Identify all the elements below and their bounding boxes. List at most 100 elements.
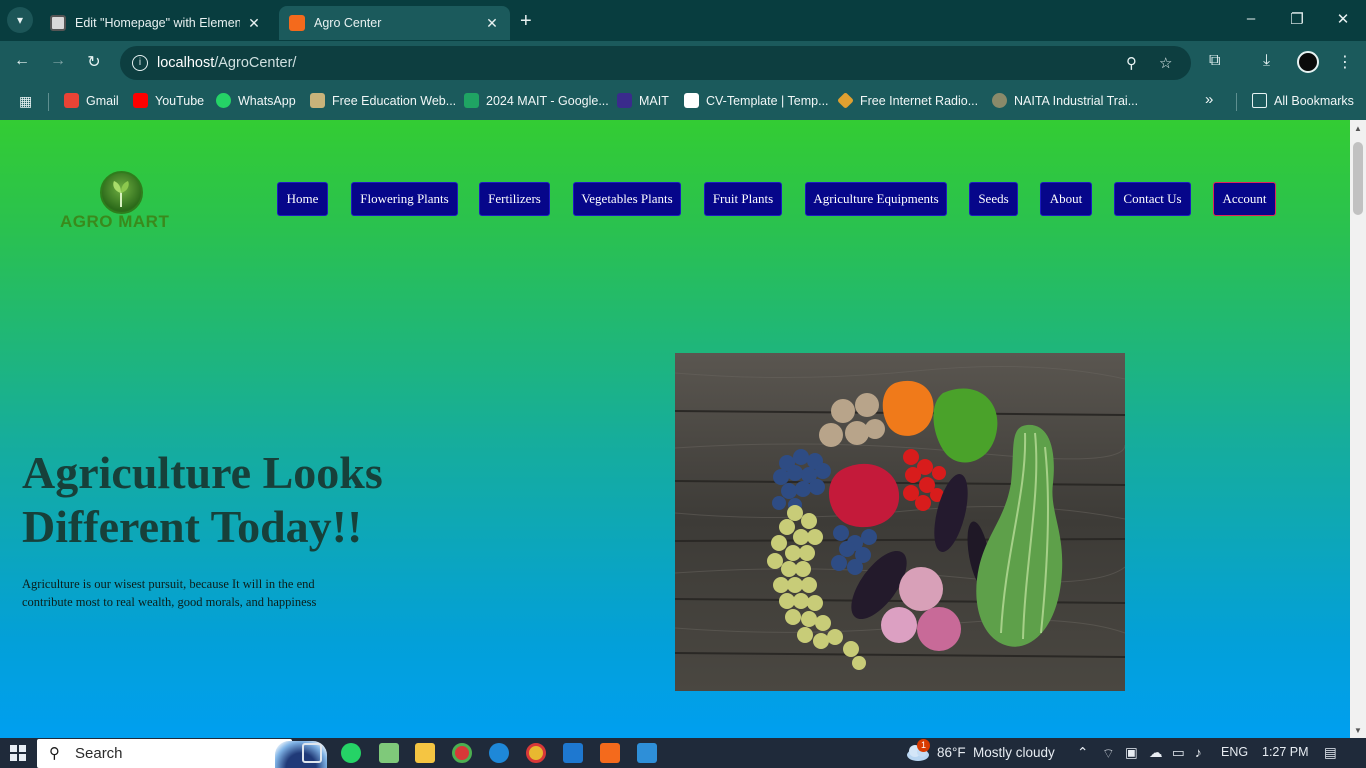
address-bar[interactable]: i localhost/AgroCenter/ ⚲ ☆ [120, 46, 1191, 80]
search-icon: ⚲ [49, 745, 60, 762]
bookmark-cv-template[interactable]: CV-Template | Temp... [684, 93, 829, 108]
windows-taskbar: ⚲ Search 1 86°F Mostly cloudy ⌃ ⌔ ▣ ☁ ▭ … [0, 738, 1366, 768]
mait-icon [617, 93, 632, 108]
volume-icon[interactable]: ♪ [1195, 745, 1202, 760]
nav-fruit-plants[interactable]: Fruit Plants [704, 182, 782, 216]
bookmark-label: Free Education Web... [332, 93, 457, 108]
weather-desc[interactable]: Mostly cloudy [973, 745, 1055, 760]
nav-seeds[interactable]: Seeds [969, 182, 1018, 216]
site-logo[interactable]: AGRO MART [58, 170, 188, 232]
close-tab-icon[interactable]: ✕ [246, 15, 262, 32]
scroll-up-icon[interactable]: ▲ [1353, 124, 1363, 133]
reload-icon[interactable]: ↻ [83, 52, 105, 72]
apps-grid-icon[interactable]: ▦ [19, 93, 32, 110]
notification-icon[interactable]: ▤ [1324, 745, 1337, 761]
browser-toolbar: ← → ↻ i localhost/AgroCenter/ ⚲ ☆ ⧉ ⤓ ⋮ [0, 41, 1366, 85]
bookmark-label: Free Internet Radio... [860, 93, 979, 108]
all-bookmarks-label: All Bookmarks [1274, 93, 1354, 108]
bookmark-gmail[interactable]: Gmail [64, 93, 119, 108]
xampp-app-icon[interactable] [600, 743, 620, 763]
windows-start-icon[interactable] [10, 745, 26, 761]
bookmark-star-icon[interactable]: ☆ [1159, 54, 1172, 72]
education-site-icon [310, 93, 325, 108]
scroll-thumb[interactable] [1353, 142, 1363, 215]
elementor-favicon-icon [50, 15, 66, 31]
webpage: AGRO MART Home Flowering Plants Fertiliz… [0, 120, 1350, 738]
vscode-app-icon[interactable] [563, 743, 583, 763]
bookmark-label: NAITA Industrial Trai... [1014, 93, 1139, 108]
close-window-icon[interactable]: ✕ [1333, 10, 1353, 28]
close-tab-icon[interactable]: ✕ [484, 15, 500, 32]
tab-elementor[interactable]: Edit "Homepage" with Elementor ✕ [40, 6, 272, 40]
back-icon[interactable]: ← [11, 52, 33, 70]
google-sheets-icon [464, 93, 479, 108]
clock[interactable]: 1:27 PM [1262, 745, 1309, 759]
taskbar-search[interactable]: ⚲ Search [37, 739, 327, 768]
chrome-app-icon[interactable] [452, 743, 472, 763]
wifi-icon[interactable]: ⌔ [1102, 745, 1115, 762]
nav-flowering-plants[interactable]: Flowering Plants [351, 182, 458, 216]
bookmark-mait-sheet[interactable]: 2024 MAIT - Google... [464, 93, 609, 108]
tab-title: Agro Center [314, 16, 382, 30]
bookmark-youtube[interactable]: YouTube [133, 93, 204, 108]
youtube-icon [133, 93, 148, 108]
tab-agro-center[interactable]: Agro Center ✕ [279, 6, 510, 40]
whatsapp-app-icon[interactable] [341, 743, 361, 763]
nav-agriculture-equipments[interactable]: Agriculture Equipments [805, 182, 947, 216]
page-scrollbar[interactable]: ▲ ▼ [1350, 120, 1366, 738]
photos-app-icon[interactable] [637, 743, 657, 763]
nav-contact-us[interactable]: Contact Us [1114, 182, 1191, 216]
chrome-alt-icon[interactable] [526, 743, 546, 763]
bookmark-whatsapp[interactable]: WhatsApp [216, 93, 296, 108]
zoom-icon[interactable]: ⚲ [1126, 54, 1137, 72]
weather-badge: 1 [917, 739, 930, 752]
plant-logo-icon [100, 171, 143, 214]
radio-icon [837, 92, 854, 109]
download-icon[interactable]: ⤓ [1263, 52, 1270, 70]
bookmark-label: WhatsApp [238, 93, 296, 108]
hero-title: Agriculture Looks Different Today!! [22, 447, 383, 552]
all-bookmarks[interactable]: All Bookmarks [1252, 93, 1354, 108]
nav-vegetables-plants[interactable]: Vegetables Plants [573, 182, 681, 216]
bookmark-free-education[interactable]: Free Education Web... [310, 93, 456, 108]
file-explorer-icon[interactable] [415, 743, 435, 763]
tab-search-button[interactable]: ▾ [7, 7, 33, 33]
url-host: localhost [157, 55, 215, 71]
nav-home[interactable]: Home [277, 182, 328, 216]
cv-template-icon [684, 93, 699, 108]
battery-icon[interactable]: ▭ [1172, 745, 1185, 761]
minimize-icon[interactable]: – [1241, 10, 1261, 27]
onedrive-icon[interactable]: ☁ [1149, 745, 1163, 761]
site-info-icon[interactable]: i [132, 55, 148, 71]
nav-about[interactable]: About [1040, 182, 1092, 216]
nav-account[interactable]: Account [1213, 182, 1276, 216]
nav-fertilizers[interactable]: Fertilizers [479, 182, 550, 216]
task-view-icon[interactable] [302, 743, 322, 763]
scroll-down-icon[interactable]: ▼ [1353, 726, 1363, 735]
bookmark-mait[interactable]: MAIT [617, 93, 669, 108]
more-bookmarks-icon[interactable]: » [1205, 91, 1213, 108]
vegetables-hero-image [675, 353, 1125, 691]
restore-icon[interactable]: ❐ [1287, 10, 1307, 28]
bookmark-divider [1236, 93, 1237, 111]
weather-temp[interactable]: 86°F [937, 745, 966, 760]
menu-kebab-icon[interactable]: ⋮ [1337, 52, 1353, 72]
chevron-up-icon[interactable]: ⌃ [1077, 745, 1088, 761]
bookmark-label: CV-Template | Temp... [706, 93, 829, 108]
notes-app-icon[interactable] [379, 743, 399, 763]
language-indicator[interactable]: ENG [1221, 745, 1248, 759]
bookmark-internet-radio[interactable]: Free Internet Radio... [837, 92, 979, 109]
url-text[interactable]: localhost/AgroCenter/ [157, 55, 296, 71]
gmail-icon [64, 93, 79, 108]
edge-app-icon[interactable] [489, 743, 509, 763]
folder-icon [1252, 93, 1267, 108]
meet-now-icon[interactable]: ▣ [1125, 745, 1138, 761]
bookmark-naita[interactable]: NAITA Industrial Trai... [992, 93, 1138, 108]
search-label: Search [75, 745, 123, 762]
naita-icon [992, 93, 1007, 108]
forward-icon[interactable]: → [47, 52, 69, 70]
new-tab-icon[interactable]: + [520, 10, 532, 33]
extensions-icon[interactable]: ⧉ [1209, 52, 1220, 70]
tab-title: Edit "Homepage" with Elementor [75, 16, 240, 30]
profile-avatar[interactable] [1297, 51, 1319, 73]
